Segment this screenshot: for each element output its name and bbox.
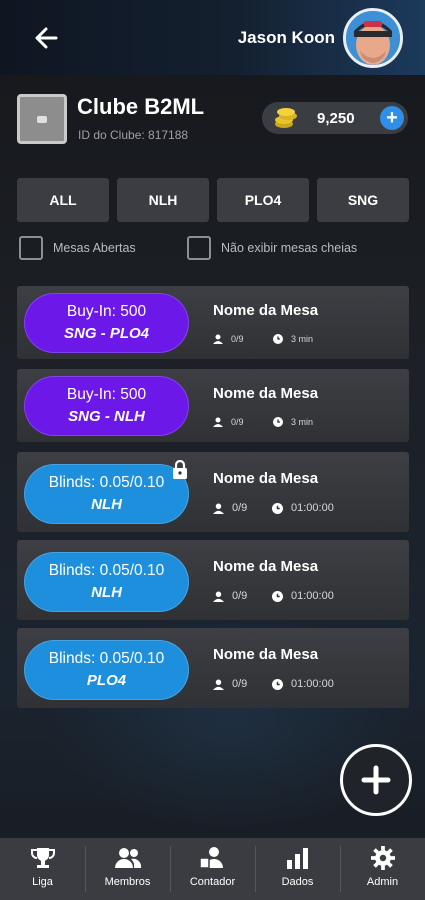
add-coins-button[interactable]: + — [380, 106, 404, 130]
player-icon — [213, 679, 224, 690]
nav-label: Membros — [104, 876, 151, 888]
player-icon — [213, 503, 224, 514]
coin-value: 9,250 — [317, 110, 355, 127]
table-name: Nome da Mesa — [213, 558, 319, 575]
table-name: Nome da Mesa — [213, 470, 319, 487]
table-time: 01:00:00 — [291, 590, 334, 602]
coins-icon — [275, 108, 297, 128]
table-meta: 0/9 3 min — [213, 334, 313, 344]
trophy-icon — [30, 848, 55, 868]
filter-all[interactable]: ALL — [17, 178, 109, 222]
counter-icon — [198, 847, 223, 869]
nav-label: Dados — [281, 876, 314, 888]
club-id: ID do Clube: 817188 — [78, 128, 189, 142]
gear-icon — [370, 846, 395, 870]
player-icon — [213, 334, 223, 344]
table-type-pill: Buy-In: 500 SNG - PLO4 — [24, 293, 189, 353]
blinds-label: Blinds: 0.05/0.10 — [48, 474, 165, 492]
nav-membros[interactable]: Membros — [85, 838, 170, 900]
player-count: 0/9 — [232, 678, 248, 690]
buy-in-label: Buy-In: 500 — [66, 303, 147, 321]
clock-icon — [272, 678, 283, 690]
table-name: Nome da Mesa — [213, 302, 319, 319]
table-time: 3 min — [291, 334, 314, 344]
hide-full-label: Não exibir mesas cheias — [221, 241, 358, 255]
members-icon — [114, 848, 141, 868]
buy-in-label: Buy-In: 500 — [66, 386, 147, 404]
hide-full-checkbox[interactable]: Não exibir mesas cheias — [187, 236, 357, 260]
table-meta: 0/9 01:00:00 — [213, 502, 334, 514]
plus-icon — [361, 765, 391, 795]
table-meta: 0/9 01:00:00 — [213, 590, 334, 602]
table-type-pill: Buy-In: 500 SNG - NLH — [24, 376, 189, 436]
table-card[interactable]: Blinds: 0.05/0.10 NLH Nome da Mesa 0/9 0… — [17, 540, 409, 620]
coin-balance: 9,250 + — [262, 102, 408, 134]
bottom-nav: Liga Membros Contador Dados Admin — [0, 838, 425, 900]
nav-admin[interactable]: Admin — [340, 838, 425, 900]
checkbox-box[interactable] — [19, 236, 43, 260]
player-icon — [213, 417, 223, 427]
player-icon — [213, 591, 224, 602]
open-tables-checkbox[interactable]: Mesas Abertas — [19, 236, 136, 260]
table-card[interactable]: Blinds: 0.05/0.10 PLO4 Nome da Mesa 0/9 … — [17, 628, 409, 708]
player-count: 0/9 — [232, 590, 248, 602]
game-type-label: SNG - PLO4 — [63, 325, 149, 343]
filter-nlh[interactable]: NLH — [117, 178, 209, 222]
blinds-label: Blinds: 0.05/0.10 — [48, 562, 165, 580]
create-table-button[interactable] — [340, 744, 412, 816]
nav-dados[interactable]: Dados — [255, 838, 340, 900]
blinds-label: Blinds: 0.05/0.10 — [48, 650, 165, 668]
table-type-pill: Blinds: 0.05/0.10 PLO4 — [24, 640, 189, 700]
nav-contador[interactable]: Contador — [170, 838, 255, 900]
username: Jason Koon — [237, 28, 335, 47]
game-type-label: PLO4 — [86, 672, 127, 690]
open-tables-label: Mesas Abertas — [53, 241, 136, 255]
clock-icon — [273, 334, 283, 344]
table-card[interactable]: Blinds: 0.05/0.10 NLH Nome da Mesa 0/9 0… — [17, 452, 409, 532]
lock-icon — [173, 460, 187, 479]
nav-label: Admin — [366, 876, 399, 888]
club-logo — [17, 94, 67, 144]
game-filter-tabs: ALL NLH PLO4 SNG — [17, 178, 409, 222]
nav-label: Liga — [32, 876, 53, 888]
arrow-left-icon — [35, 27, 58, 49]
filter-plo4[interactable]: PLO4 — [217, 178, 309, 222]
top-bar: Jason Koon — [0, 0, 425, 75]
table-meta: 0/9 01:00:00 — [213, 678, 334, 690]
table-type-pill: Blinds: 0.05/0.10 NLH — [24, 552, 189, 612]
table-type-pill: Blinds: 0.05/0.10 NLH — [24, 464, 189, 524]
club-name: Clube B2ML — [77, 94, 205, 119]
table-name: Nome da Mesa — [213, 385, 319, 402]
clock-icon — [273, 417, 283, 427]
checkbox-box[interactable] — [187, 236, 211, 260]
table-meta: 0/9 3 min — [213, 417, 313, 427]
table-time: 01:00:00 — [291, 502, 334, 514]
game-type-label: NLH — [91, 584, 122, 602]
back-button[interactable] — [30, 24, 62, 52]
table-time: 3 min — [291, 417, 314, 427]
table-card[interactable]: Buy-In: 500 SNG - PLO4 Nome da Mesa 0/9 … — [17, 286, 409, 359]
player-count: 0/9 — [231, 417, 244, 427]
nav-label: Contador — [189, 876, 236, 888]
avatar[interactable] — [343, 8, 403, 68]
clock-icon — [272, 590, 283, 602]
player-count: 0/9 — [232, 502, 248, 514]
game-type-label: SNG - NLH — [68, 408, 145, 426]
clock-icon — [272, 502, 283, 514]
game-type-label: NLH — [91, 496, 122, 514]
nav-liga[interactable]: Liga — [0, 838, 85, 900]
table-name: Nome da Mesa — [213, 646, 319, 663]
filter-sng[interactable]: SNG — [317, 178, 409, 222]
table-time: 01:00:00 — [291, 678, 334, 690]
player-count: 0/9 — [231, 334, 244, 344]
table-card[interactable]: Buy-In: 500 SNG - NLH Nome da Mesa 0/9 3… — [17, 369, 409, 442]
bar-chart-icon — [286, 848, 308, 869]
